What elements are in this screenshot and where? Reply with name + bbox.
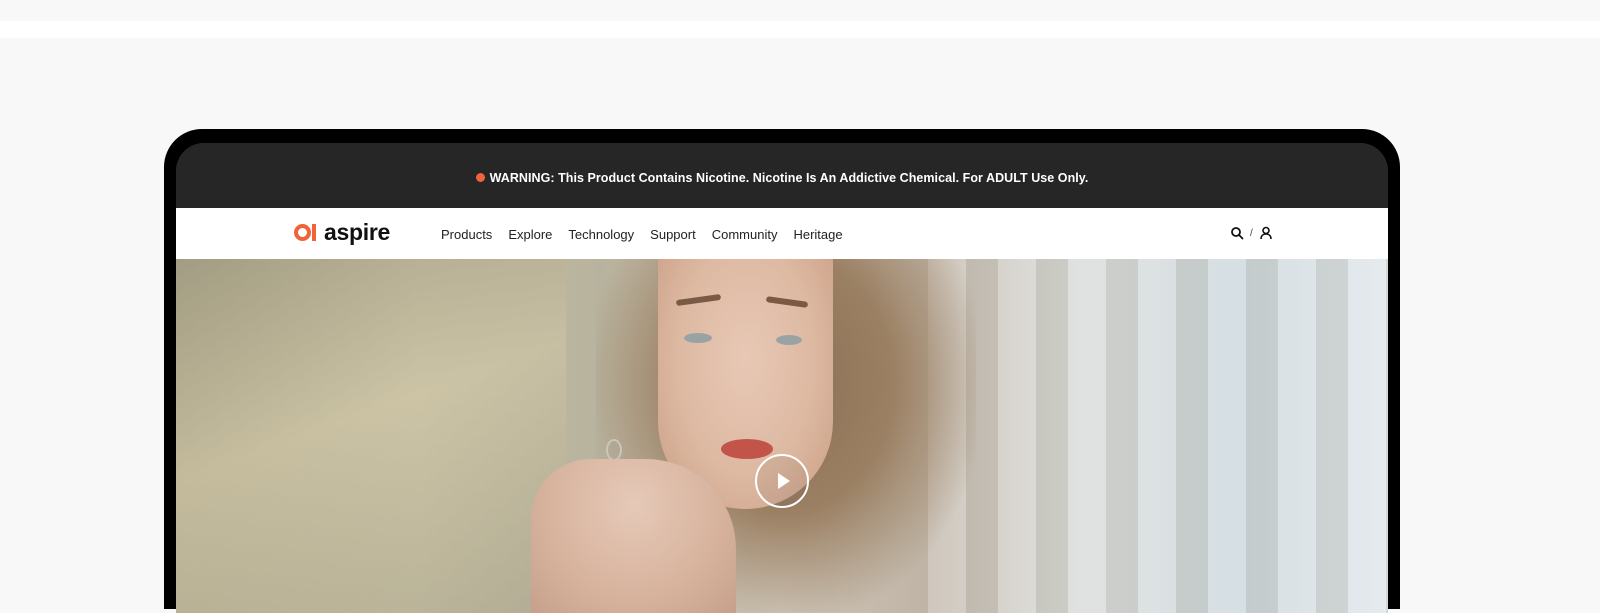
page-top-gap [0, 21, 1600, 38]
play-button[interactable] [755, 454, 809, 508]
nav-item-technology[interactable]: Technology [568, 225, 634, 242]
hero-model-hand [531, 459, 736, 613]
warning-text: WARNING: This Product Contains Nicotine.… [489, 170, 1089, 185]
nav-tools: / [1230, 226, 1273, 240]
tablet-device-frame: WARNING: This Product Contains Nicotine.… [164, 129, 1400, 613]
aspire-logo-icon [294, 222, 318, 242]
device-screen: WARNING: This Product Contains Nicotine.… [176, 143, 1388, 613]
nav-item-explore[interactable]: Explore [508, 225, 552, 242]
warning-dot-icon [475, 173, 485, 182]
nav-item-support[interactable]: Support [650, 225, 696, 242]
aspire-logo[interactable]: aspire [294, 219, 390, 245]
play-icon [778, 473, 790, 489]
main-navbar: aspire Products Explore Technology Suppo… [176, 208, 1388, 259]
hero-video[interactable] [176, 259, 1388, 613]
nav-item-products[interactable]: Products [441, 225, 492, 242]
tools-separator: / [1250, 227, 1253, 239]
nav-item-heritage[interactable]: Heritage [793, 225, 842, 242]
logo-wordmark: aspire [324, 219, 390, 245]
nav-item-community[interactable]: Community [712, 225, 778, 242]
page-top-strip [0, 0, 1600, 21]
nav-menu: Products Explore Technology Support Comm… [441, 208, 859, 259]
user-icon[interactable] [1259, 226, 1273, 240]
nicotine-warning-bar: WARNING: This Product Contains Nicotine.… [176, 143, 1388, 208]
search-icon[interactable] [1230, 226, 1244, 240]
